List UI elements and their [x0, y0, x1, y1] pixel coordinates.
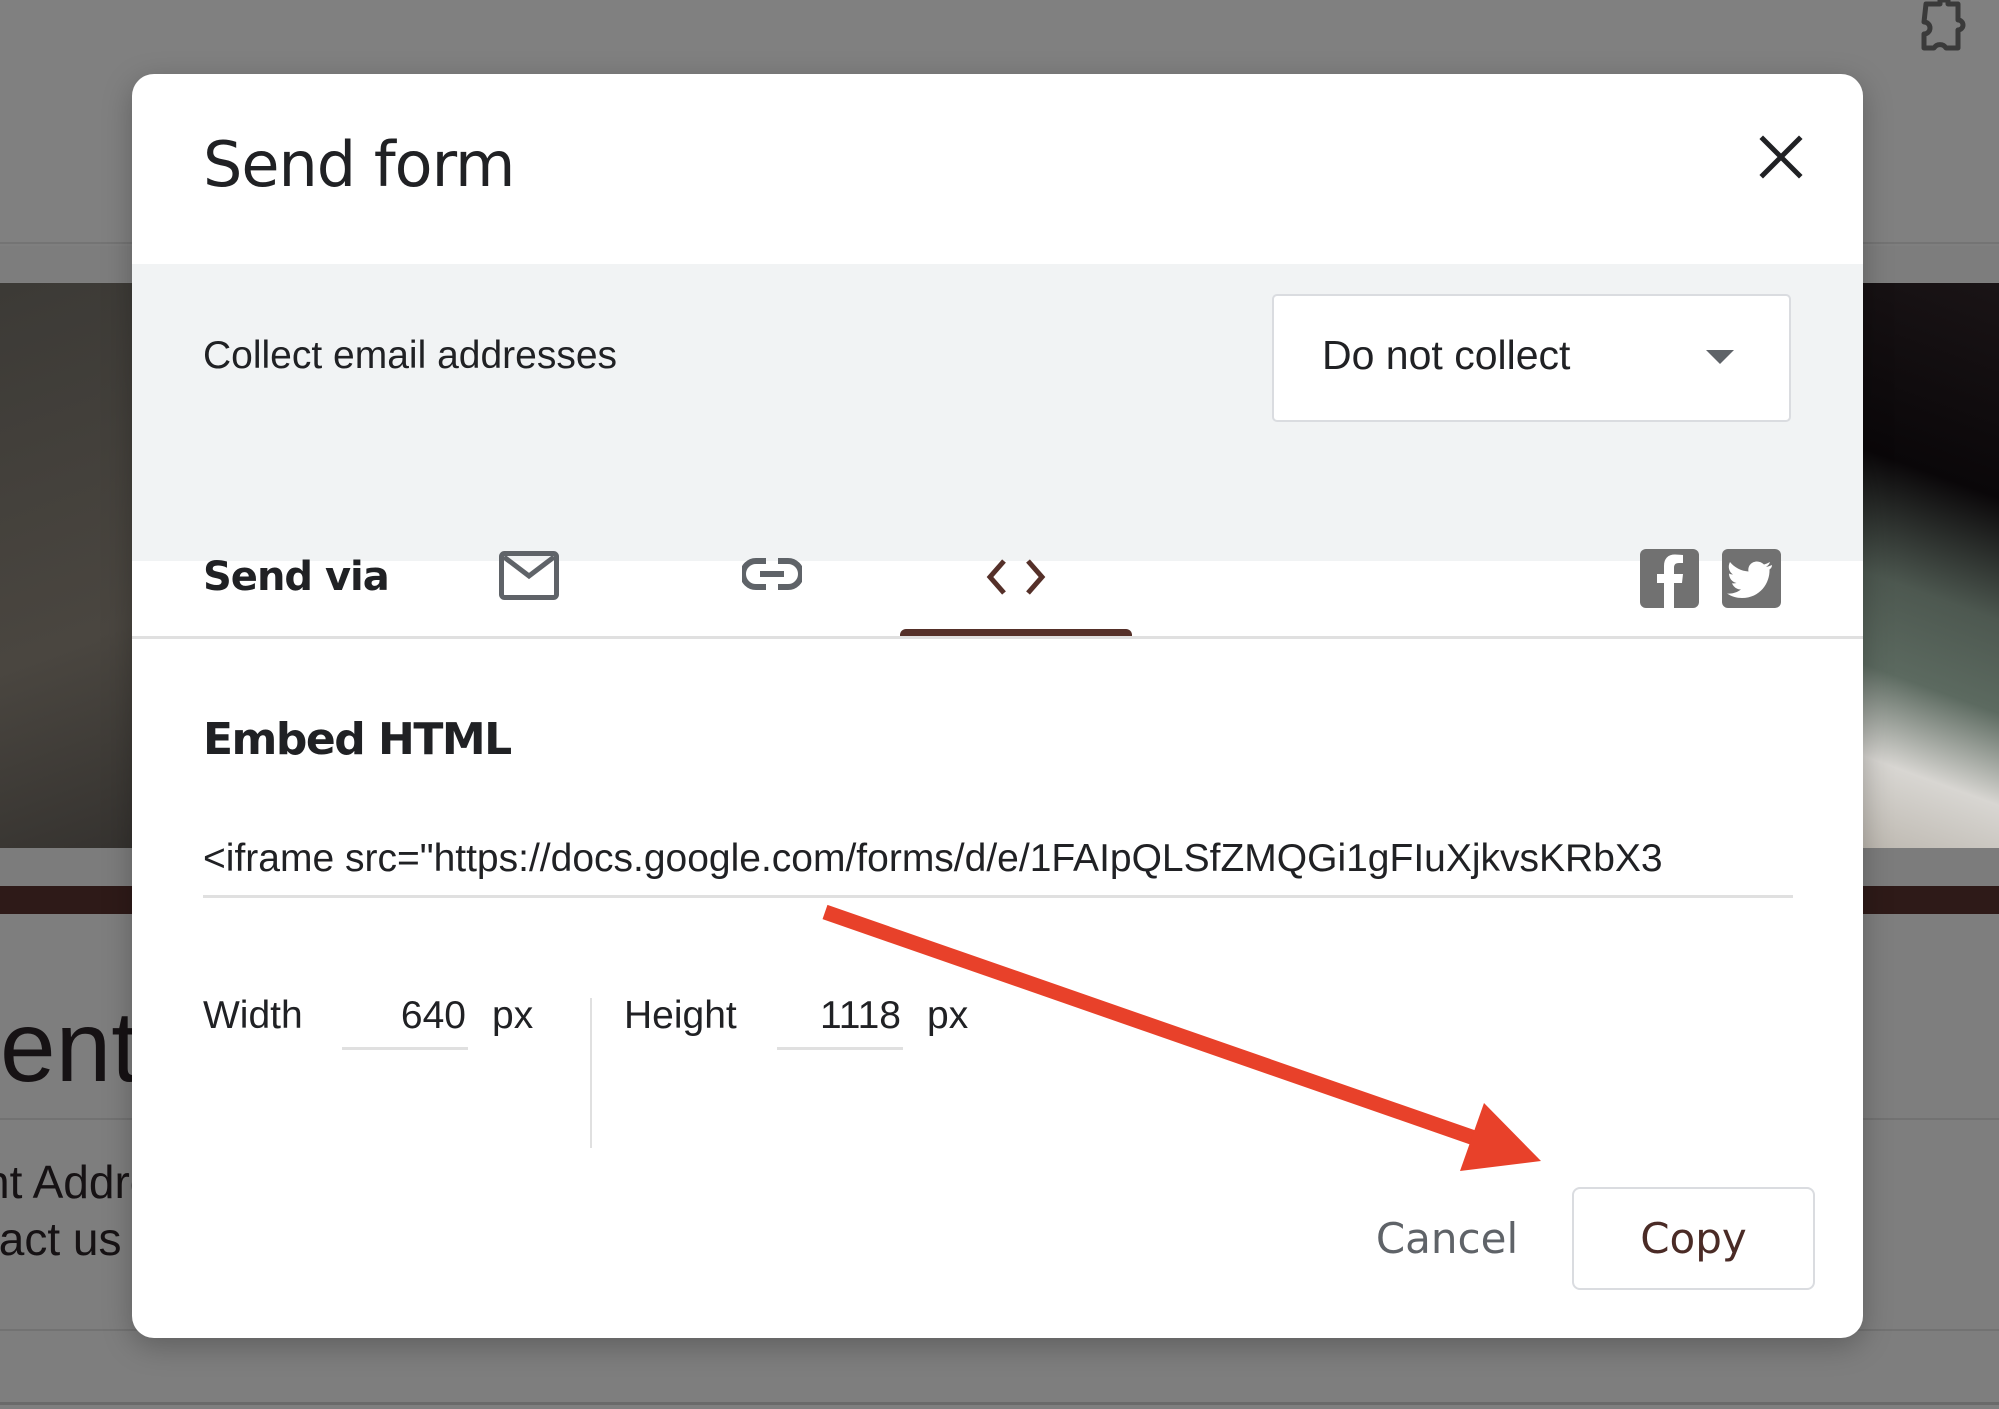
- collect-email-label: Collect email addresses: [203, 334, 618, 377]
- link-icon: [742, 558, 802, 590]
- tab-embed-html[interactable]: [900, 520, 1132, 636]
- tab-email[interactable]: [470, 520, 620, 636]
- height-label: Height: [624, 994, 737, 1037]
- close-button[interactable]: [1752, 128, 1810, 186]
- dialog-title: Send form: [203, 128, 515, 201]
- copy-button[interactable]: Copy: [1572, 1187, 1815, 1290]
- collect-email-row: Collect email addresses Do not collect: [132, 264, 1863, 561]
- twitter-icon: [1727, 561, 1772, 598]
- height-input[interactable]: [777, 984, 903, 1050]
- background-form-title: vent: [0, 991, 140, 1103]
- facebook-icon: [1657, 554, 1683, 608]
- width-input[interactable]: [342, 984, 468, 1050]
- collect-email-select[interactable]: Do not collect: [1272, 294, 1791, 422]
- background-header-photo-right: [1863, 283, 1999, 848]
- code-brackets-icon: [986, 559, 1046, 595]
- embed-code-input[interactable]: [203, 822, 1793, 898]
- send-form-dialog: Send form Collect email addresses Do not…: [132, 74, 1863, 1338]
- width-unit: px: [492, 994, 534, 1037]
- envelope-icon: [499, 551, 559, 600]
- background-form-description-line: tact us: [0, 1213, 122, 1265]
- collect-email-selected-value: Do not collect: [1322, 332, 1571, 378]
- cancel-button[interactable]: Cancel: [1347, 1187, 1547, 1290]
- dropdown-caret-icon: [1706, 350, 1734, 364]
- width-label: Width: [203, 994, 303, 1037]
- send-via-label: Send via: [203, 554, 390, 600]
- share-twitter-button[interactable]: [1722, 549, 1781, 608]
- background-divider: [0, 1402, 1999, 1405]
- share-facebook-button[interactable]: [1640, 549, 1699, 608]
- tabs-divider: [132, 636, 1863, 639]
- embed-html-title: Embed HTML: [203, 714, 512, 765]
- close-icon: [1759, 135, 1803, 179]
- height-unit: px: [927, 994, 969, 1037]
- tab-link[interactable]: [702, 520, 872, 636]
- dimension-divider: [590, 998, 592, 1148]
- extensions-puzzle-icon[interactable]: [1918, 0, 1976, 52]
